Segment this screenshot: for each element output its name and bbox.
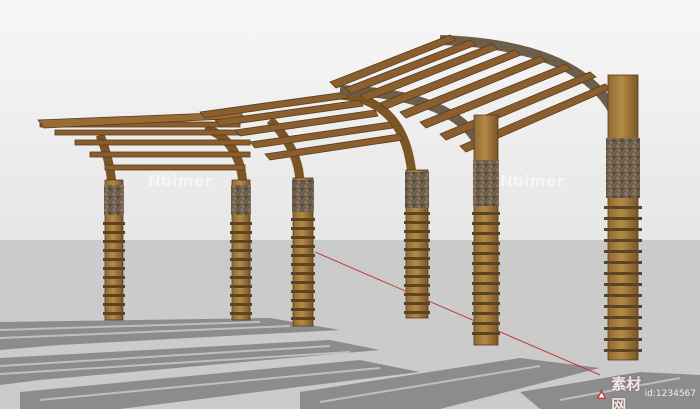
post-ring: [230, 285, 252, 288]
post-ring: [103, 276, 125, 279]
post-ring: [472, 212, 500, 215]
post-ring: [604, 250, 642, 253]
post-ring: [404, 293, 430, 296]
logo-text: 素材网: [611, 375, 642, 409]
post-ring: [230, 258, 252, 261]
post-ring: [230, 312, 252, 315]
post-ring: [103, 258, 125, 261]
post-ring: [472, 312, 500, 315]
post-ring: [103, 303, 125, 306]
post-ring: [404, 239, 430, 242]
post-ring: [604, 305, 642, 308]
post-ring: [230, 249, 252, 252]
post-ring: [291, 227, 315, 230]
watermark-right: Nbimer: [500, 172, 565, 190]
post-ring: [472, 222, 500, 225]
pergola-render: [0, 0, 700, 409]
post-ring: [291, 290, 315, 293]
post-ring: [604, 294, 642, 297]
pergola-scene: Nbimer Nbimer 素材网 id:1234567: [0, 0, 700, 409]
post-ring: [103, 285, 125, 288]
watermark-left: Nbimer: [148, 172, 213, 190]
post-ring: [230, 222, 252, 225]
post-ring: [230, 240, 252, 243]
post-ring: [291, 299, 315, 302]
logo-icon: [596, 389, 607, 399]
post-ring: [404, 311, 430, 314]
post-ring: [604, 239, 642, 242]
post-ring: [291, 236, 315, 239]
post-ring: [604, 283, 642, 286]
post-ring: [103, 249, 125, 252]
post-ring: [604, 228, 642, 231]
post-ring: [291, 317, 315, 320]
post-ring: [604, 349, 642, 352]
post: [473, 114, 499, 346]
post-ring: [230, 294, 252, 297]
site-logo: 素材网 id:1234567: [596, 375, 696, 409]
post-ring: [404, 257, 430, 260]
post-ring: [103, 294, 125, 297]
post-ring: [604, 272, 642, 275]
post-ring: [291, 272, 315, 275]
logo-site: id:1234567: [644, 389, 696, 399]
post-ring: [604, 206, 642, 209]
post-ring: [404, 266, 430, 269]
post-ring: [230, 276, 252, 279]
post-ring: [103, 240, 125, 243]
post-ring: [604, 338, 642, 341]
post-ring: [103, 267, 125, 270]
post-ring: [103, 312, 125, 315]
post-ring: [472, 272, 500, 275]
post-ring: [103, 222, 125, 225]
post-ring: [404, 212, 430, 215]
post-ring: [291, 308, 315, 311]
post-ring: [472, 322, 500, 325]
post-ring: [404, 221, 430, 224]
post-ring: [404, 275, 430, 278]
post-ring: [404, 248, 430, 251]
post-ring: [230, 303, 252, 306]
post-ring: [291, 281, 315, 284]
post-ring: [291, 263, 315, 266]
post-ring: [472, 332, 500, 335]
post-ring: [472, 232, 500, 235]
post-ring: [472, 242, 500, 245]
post-ring: [604, 217, 642, 220]
post-ring: [472, 292, 500, 295]
post-ring: [404, 284, 430, 287]
post-ring: [230, 231, 252, 234]
post-ring: [604, 316, 642, 319]
post-ring: [472, 282, 500, 285]
post-ring: [404, 302, 430, 305]
post-ring: [604, 327, 642, 330]
post-ring: [291, 254, 315, 257]
post: [292, 177, 314, 327]
post-ring: [604, 261, 642, 264]
post-ring: [291, 245, 315, 248]
post-ring: [291, 218, 315, 221]
post-ring: [472, 262, 500, 265]
post-ring: [472, 252, 500, 255]
post-ring: [230, 267, 252, 270]
post-ring: [103, 231, 125, 234]
post-ring: [472, 302, 500, 305]
post-ring: [404, 230, 430, 233]
